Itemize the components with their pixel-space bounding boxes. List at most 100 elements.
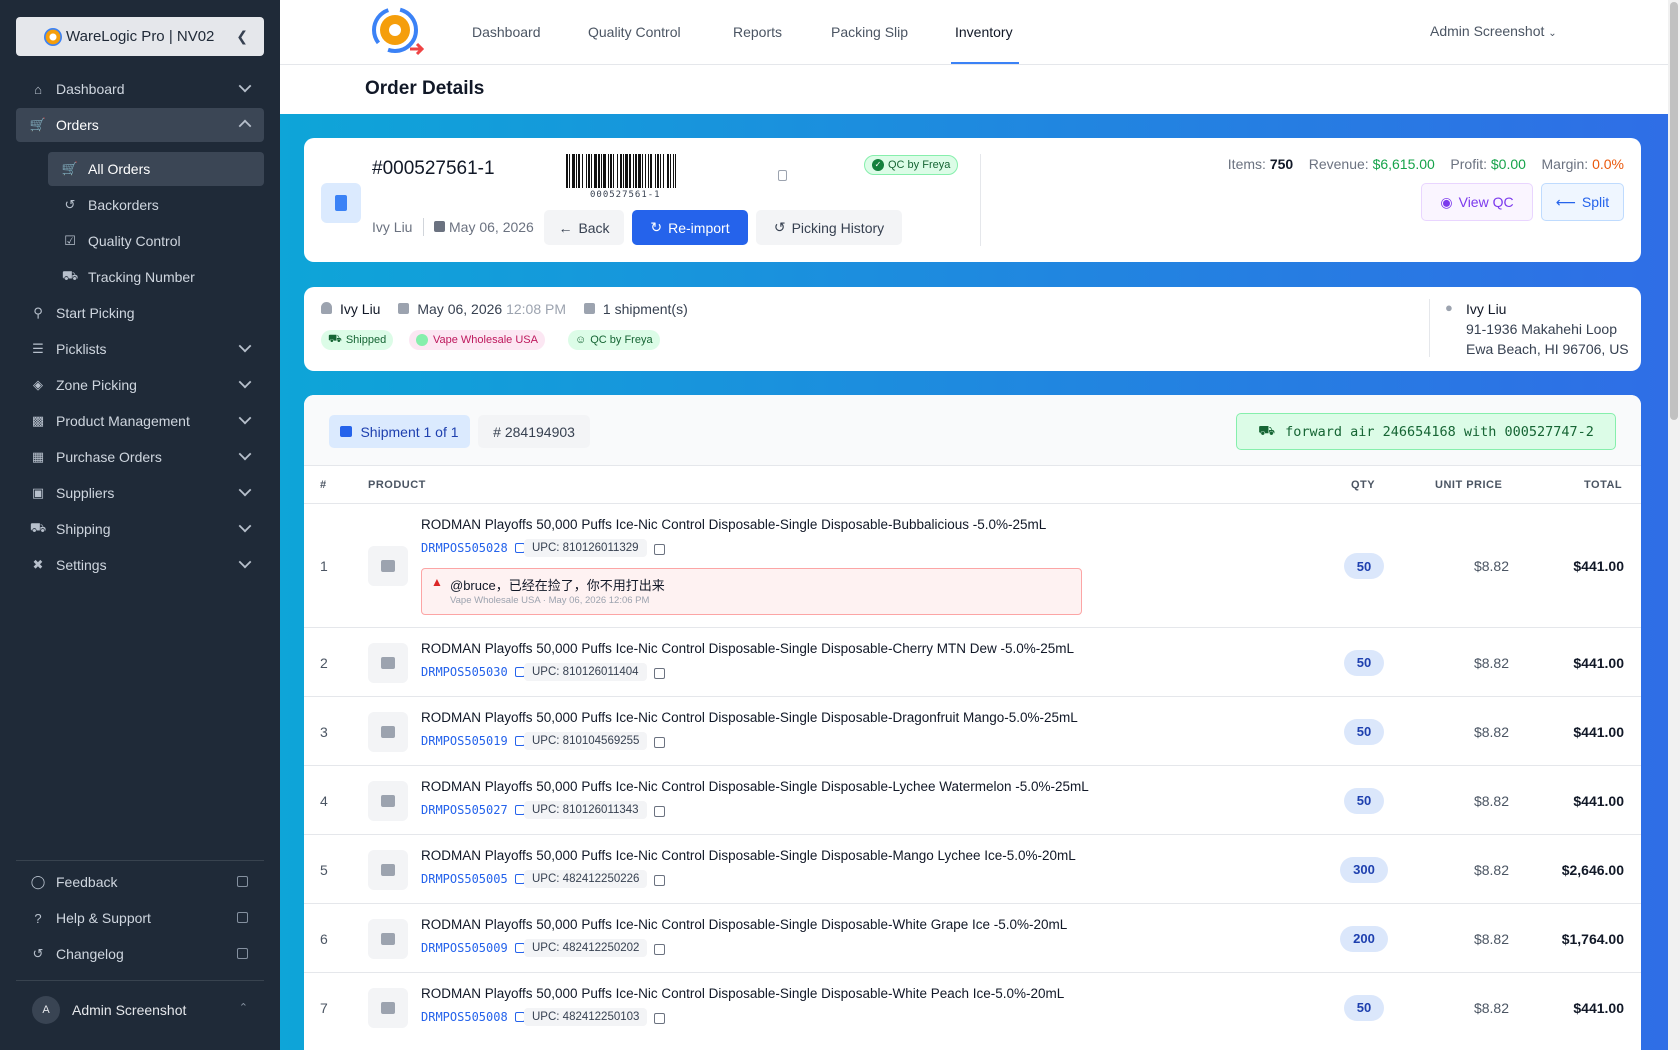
table-header: # PRODUCT QTY UNIT PRICE TOTAL [304,465,1641,503]
picking-history-button[interactable]: ↺ Picking History [756,210,902,245]
sidebar-item-suppliers[interactable]: ▣ Suppliers [16,476,264,510]
user-check-icon: ☺ [575,334,587,346]
row-total: $441.00 [1573,999,1624,1016]
tab-dashboard[interactable]: Dashboard [472,24,541,40]
user-icon [321,302,332,314]
arrow-left-icon: ← [558,219,573,236]
status-badge-shipped: ⛟ Shipped [321,330,394,350]
receipt-icon [321,183,361,223]
sku-value: DRMPOS505030 [421,665,508,679]
product-sku-link[interactable]: DRMPOS505005 [421,872,525,886]
product-name: RODMAN Playoffs 50,000 Puffs Ice-Nic Con… [421,917,1068,932]
avatar: A [32,996,60,1024]
picking-history-label: Picking History [791,219,885,236]
sidebar-item-tracking-number[interactable]: ⛟ Tracking Number [48,260,264,294]
sidebar-user-menu[interactable]: A Admin Screenshot ⌃ [16,992,264,1028]
edit-icon[interactable] [654,944,665,955]
hash-icon: # [493,423,501,440]
check-circle-icon: ✓ [872,159,884,171]
product-image-icon [368,711,408,752]
top-navbar: Dashboard Quality Control Reports Packin… [280,0,1670,65]
upc-badge: UPC: 810126011343 [524,801,647,819]
sidebar-item-settings[interactable]: ✖ Settings [16,548,264,582]
edit-icon[interactable] [654,737,665,748]
chevron-down-icon [238,519,252,533]
product-sku-link[interactable]: DRMPOS505027 [421,803,525,817]
map-marker-icon: ● [1445,300,1453,315]
edit-icon[interactable] [654,875,665,886]
edit-icon[interactable] [654,806,665,817]
qty-badge: 300 [1340,856,1388,883]
product-image-icon [368,987,408,1028]
note-text: @bruce，已经在捡了，你不用打出来 [450,578,665,593]
shipment-tab[interactable]: Shipment 1 of 1 [329,415,470,448]
col-qty: QTY [1351,479,1376,491]
upc-badge: UPC: 482412250202 [524,939,648,957]
sidebar-item-label: Quality Control [88,233,181,249]
sidebar-item-orders[interactable]: 🛒 Orders [16,108,264,142]
product-sku-link[interactable]: DRMPOS505008 [421,1010,525,1024]
sidebar-item-zone-picking[interactable]: ◈ Zone Picking [16,368,264,402]
sidebar-item-shipping[interactable]: ⛟ Shipping [16,512,264,546]
calendar-icon [340,426,353,437]
sidebar-item-product-management[interactable]: ▩ Product Management [16,404,264,438]
back-button[interactable]: ← Back [544,210,624,245]
sidebar-item-start-picking[interactable]: ⚲ Start Picking [16,296,264,330]
product-image-icon [368,780,408,821]
shipment-card: Shipment 1 of 1 #284194903 ⛟ forward air … [304,395,1641,1050]
sidebar-item-feedback[interactable]: ◯ Feedback [16,865,264,899]
product-sku-link[interactable]: DRMPOS505019 [421,734,525,748]
chevron-down-icon: ⌄ [1548,28,1557,39]
edit-icon[interactable] [654,544,665,555]
tab-inventory[interactable]: Inventory [955,24,1013,40]
tab-quality-control[interactable]: Quality Control [588,24,681,40]
product-sku-link[interactable]: DRMPOS505009 [421,941,525,955]
view-qc-button[interactable]: ◉ View QC [1421,183,1533,221]
collapse-sidebar-icon[interactable]: ❮ [236,28,248,45]
active-tab-indicator [951,62,1019,64]
sidebar-item-purchase-orders[interactable]: ▦ Purchase Orders [16,440,264,474]
warning-icon: ▲ [431,575,443,589]
split-button[interactable]: ⟵ Split [1541,183,1624,221]
product-sku-link[interactable]: DRMPOS505030 [421,665,525,679]
shipping-address: Ivy Liu 91-1936 Makahehi Loop Ewa Beach,… [1466,299,1629,359]
barcode-text: 000527561-1 [590,190,661,200]
tracking-number[interactable]: ⛟ forward air 246654168 with 000527747-2 [1236,413,1616,450]
sidebar-item-dashboard[interactable]: ⌂ Dashboard [16,72,264,106]
sidebar-item-changelog[interactable]: ↺ Changelog [16,937,264,971]
chevron-up-icon [238,119,252,133]
order-customer: Ivy Liu [372,219,413,235]
tools-icon: ✖ [32,557,44,572]
sidebar-item-help-support[interactable]: ? Help & Support [16,901,264,935]
order-date: May 06, 2026 [434,219,534,235]
calendar-icon [398,303,410,314]
sidebar-item-label: Help & Support [56,910,151,926]
warehouse-icon: ▣ [31,485,45,500]
tab-packing-slip[interactable]: Packing Slip [831,24,908,40]
sidebar-item-backorders[interactable]: ↺ Backorders [48,188,264,222]
reimport-button[interactable]: ↻ Re-import [632,210,748,245]
product-name: RODMAN Playoffs 50,000 Puffs Ice-Nic Con… [421,848,1076,863]
brand-switcher[interactable]: WareLogic Pro | NV02 ❮ [16,17,264,56]
sidebar-item-quality-control[interactable]: ☑ Quality Control [48,224,264,258]
sidebar-item-picklists[interactable]: ☰ Picklists [16,332,264,366]
sidebar-item-all-orders[interactable]: 🛒 All Orders [48,152,264,186]
sidebar-item-label: Picklists [56,341,107,357]
scrollbar[interactable] [1668,0,1680,1050]
sidebar-item-label: Purchase Orders [56,449,162,465]
summary-shipments: 1 shipment(s) [602,301,688,317]
edit-icon[interactable] [654,668,665,679]
copy-icon[interactable] [778,170,787,181]
chevron-down-icon [238,555,252,569]
edit-icon[interactable] [654,1013,665,1024]
row-index: 7 [320,999,328,1016]
shipment-number: #284194903 [478,415,590,448]
qc-badge: ✓ QC by Freya [864,155,959,175]
product-sku-link[interactable]: DRMPOS505028 [421,541,525,555]
external-link-icon [237,912,248,923]
product-name: RODMAN Playoffs 50,000 Puffs Ice-Nic Con… [421,986,1065,1001]
list-check-icon: ☰ [32,341,44,356]
tab-reports[interactable]: Reports [733,24,782,40]
scrollbar-thumb[interactable] [1670,2,1678,420]
user-menu[interactable]: Admin Screenshot ⌄ [1430,23,1557,39]
